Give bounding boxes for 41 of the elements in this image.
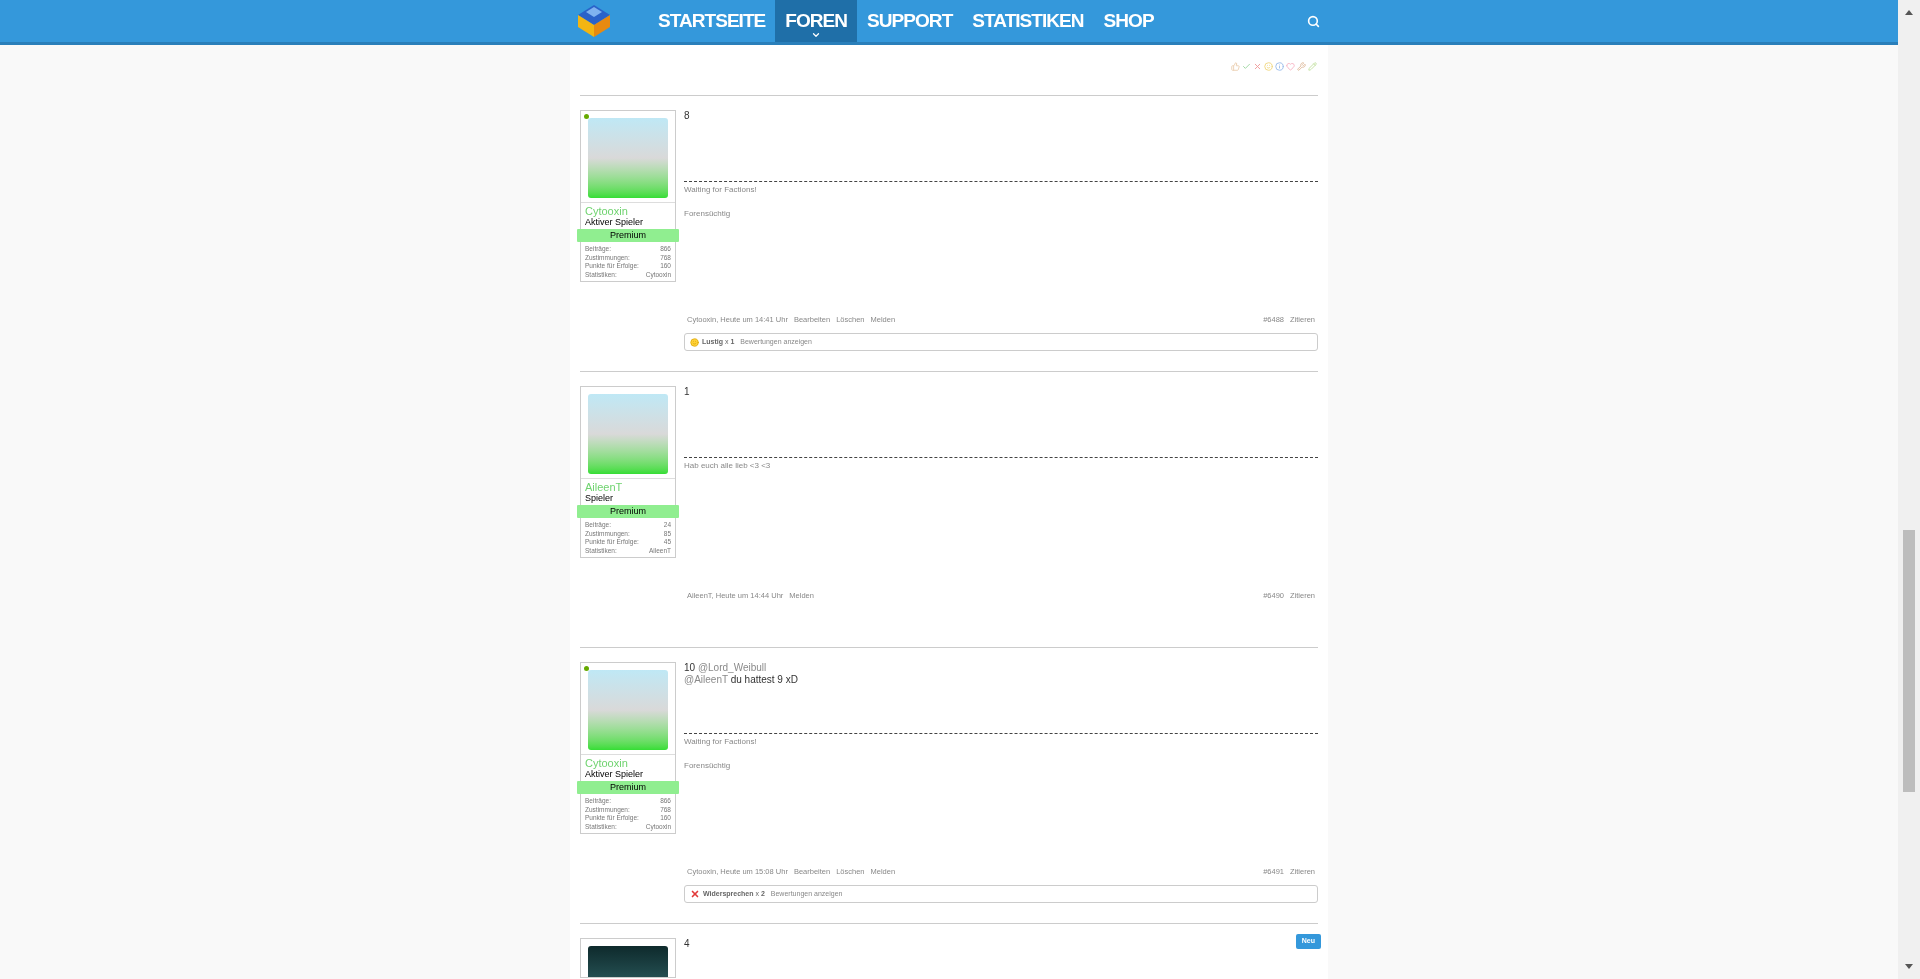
search-icon[interactable] bbox=[1307, 14, 1320, 28]
signature-text: Waiting for Factions! bbox=[684, 185, 758, 195]
premium-banner: Premium bbox=[577, 505, 679, 518]
smiley-icon[interactable] bbox=[1264, 62, 1273, 71]
nav-tab[interactable]: FOREN bbox=[775, 0, 858, 42]
heart-icon[interactable] bbox=[1286, 62, 1295, 71]
nav-tab[interactable]: STARTSEITE bbox=[648, 0, 776, 42]
signature-text: Forensüchtig bbox=[684, 209, 732, 219]
user-title: Aktiver Spieler bbox=[585, 769, 645, 780]
message-text: 10 @Lord_Weibull bbox=[684, 662, 767, 674]
scrollbar-thumb[interactable] bbox=[1903, 530, 1915, 792]
x-icon[interactable] bbox=[1253, 62, 1262, 71]
logo-icon[interactable] bbox=[576, 3, 612, 39]
message-text: 1 bbox=[684, 386, 690, 398]
nav-tab[interactable]: SUPPORT bbox=[857, 0, 963, 42]
premium-banner: Premium bbox=[577, 229, 679, 242]
message-text: 8 bbox=[684, 110, 690, 122]
pencil-icon[interactable] bbox=[1308, 62, 1317, 71]
thumbs-up-icon[interactable] bbox=[1231, 62, 1240, 71]
avatar-image[interactable] bbox=[588, 394, 668, 474]
scrollbar[interactable] bbox=[1898, 0, 1920, 979]
user-title: Aktiver Spieler bbox=[585, 217, 645, 228]
signature-text: Hab euch alle lieb <3 <3 bbox=[684, 461, 772, 471]
premium-banner: Premium bbox=[577, 781, 679, 794]
mention-link[interactable]: @Lord_Weibull bbox=[697, 662, 767, 673]
check-icon[interactable] bbox=[1242, 62, 1251, 71]
smiley-icon bbox=[690, 337, 699, 347]
message-text: 4 bbox=[684, 938, 690, 950]
x-icon bbox=[690, 889, 700, 899]
message-text: @AileenT du hattest 9 xD bbox=[684, 674, 798, 686]
mention-link[interactable]: @AileenT bbox=[684, 674, 728, 685]
nav-tab[interactable]: STATISTIKEN bbox=[962, 0, 1094, 42]
signature-text: Waiting for Factions! bbox=[684, 737, 758, 747]
signature-text: Forensüchtig bbox=[684, 761, 732, 771]
info-icon[interactable] bbox=[1275, 62, 1284, 71]
wrench-icon[interactable] bbox=[1297, 62, 1306, 71]
nav-tab[interactable]: SHOP bbox=[1093, 0, 1164, 42]
avatar-image[interactable] bbox=[588, 670, 668, 750]
user-title: Spieler bbox=[585, 493, 614, 504]
chevron-down-icon bbox=[811, 30, 822, 40]
avatar-image[interactable] bbox=[588, 118, 668, 198]
